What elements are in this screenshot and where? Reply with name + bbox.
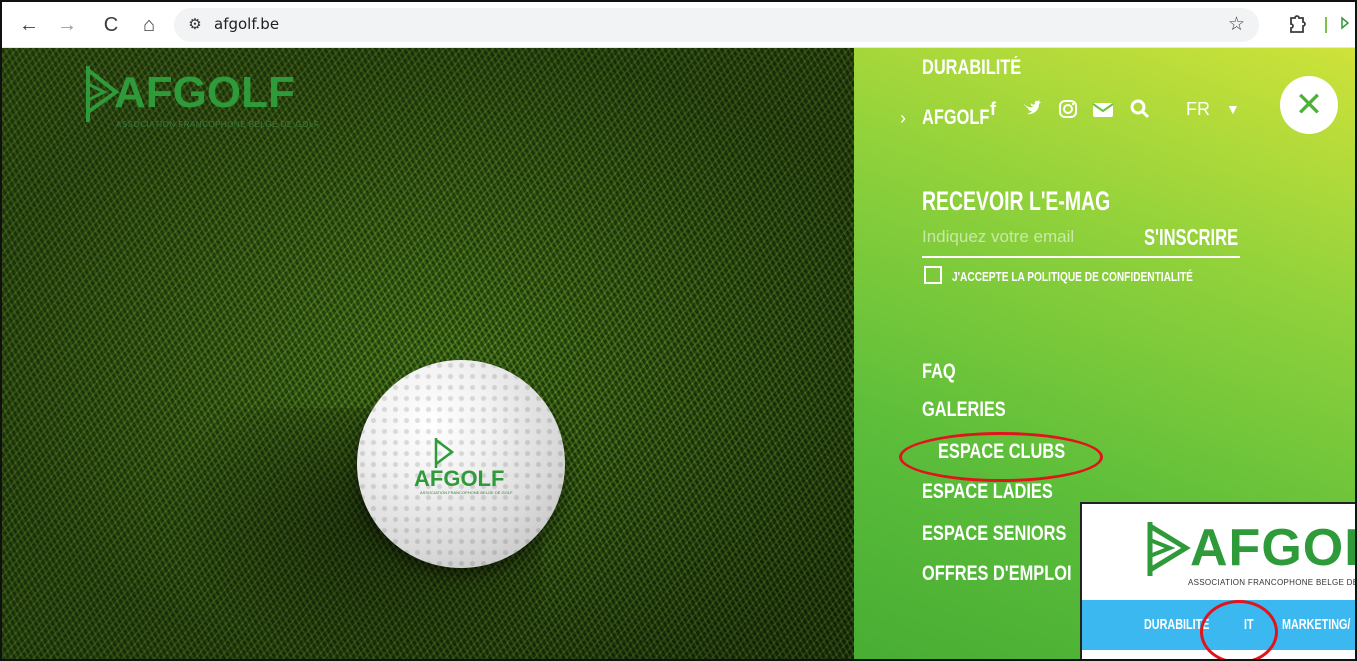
ball-logo-subtitle: ASSOCIATION FRANCOPHONE BELGE DE GOLF: [420, 490, 513, 495]
instagram-icon[interactable]: [1058, 96, 1078, 122]
email-underline: [922, 256, 1240, 258]
menu-item-galeries[interactable]: GALERIES: [922, 398, 1006, 422]
search-icon[interactable]: [1130, 96, 1150, 122]
mail-icon[interactable]: [1092, 96, 1114, 122]
extensions-icon[interactable]: [1283, 12, 1309, 38]
annotation-ellipse-espace-clubs: [899, 432, 1103, 482]
menu-item-offres-emploi[interactable]: OFFRES D'EMPLOI: [922, 562, 1072, 586]
url-text[interactable]: afgolf.be: [214, 15, 279, 33]
logo-subtitle: ASSOCIATION FRANCOPHONE BELGE DE GOLF: [116, 120, 320, 129]
ball-logo: AFGOLF ASSOCIATION FRANCOPHONE BELGE DE …: [414, 436, 524, 496]
close-menu-button[interactable]: ✕: [1280, 76, 1338, 134]
logo-wordmark: AFGOLF: [114, 68, 295, 117]
menu-item-afgolf[interactable]: AFGOLF: [922, 106, 989, 130]
privacy-checkbox[interactable]: [924, 266, 942, 284]
inset-logo-wordmark: AFGOLF: [1190, 519, 1355, 577]
ball-flag-icon: [434, 438, 455, 468]
inset-logo: AFGOLF: [1142, 518, 1355, 578]
chevron-right-icon: ›: [900, 108, 906, 128]
site-info-icon[interactable]: ⚙: [182, 12, 208, 38]
home-icon[interactable]: ⌂: [136, 12, 162, 38]
menu-item-espace-seniors[interactable]: ESPACE SENIORS: [922, 522, 1066, 546]
back-icon[interactable]: ←: [16, 12, 42, 38]
menu-item-espace-ladies[interactable]: ESPACE LADIES: [922, 480, 1053, 504]
address-bar[interactable]: [174, 8, 1259, 42]
ball-logo-wordmark: AFGOLF: [414, 466, 505, 491]
forward-icon[interactable]: →: [54, 12, 80, 38]
privacy-label[interactable]: J'ACCEPTE LA POLITIQUE DE CONFIDENTIALIT…: [952, 269, 1193, 284]
bookmark-star-icon[interactable]: ☆: [1228, 12, 1245, 38]
annotation-ellipse-it: [1200, 600, 1278, 659]
language-selector[interactable]: FR: [1186, 96, 1210, 122]
inset-nav-marketing[interactable]: MARKETING/: [1282, 616, 1350, 633]
profile-favicon-icon[interactable]: [1336, 16, 1355, 34]
afgolf-logo[interactable]: AFGOLF ASSOCIATION FRANCOPHONE BELGE DE …: [80, 62, 320, 142]
toolbar-separator: [1325, 17, 1327, 33]
browser-toolbar: ← → C ⌂ ⚙ afgolf.be ☆: [2, 2, 1355, 48]
emag-heading: RECEVOIR L'E-MAG: [922, 186, 1111, 216]
screenshot-frame: ← → C ⌂ ⚙ afgolf.be ☆ AFGOLF ASSOCIATION…: [0, 0, 1357, 661]
inset-screenshot: AFGOLF ASSOCIATION FRANCOPHONE BELGE DE …: [1080, 502, 1355, 659]
facebook-icon[interactable]: f: [990, 96, 996, 122]
inset-logo-flag-icon: [1147, 522, 1191, 576]
chevron-down-icon[interactable]: ▼: [1226, 96, 1240, 122]
subscribe-button[interactable]: S'INSCRIRE: [1144, 224, 1238, 251]
twitter-icon[interactable]: [1022, 96, 1042, 122]
menu-item-faq[interactable]: FAQ: [922, 360, 956, 384]
web-page: AFGOLF ASSOCIATION FRANCOPHONE BELGE DE …: [2, 48, 1355, 659]
inset-logo-subtitle: ASSOCIATION FRANCOPHONE BELGE DE GOLF: [1188, 578, 1355, 587]
menu-item-durabilite[interactable]: DURABILITÉ: [922, 56, 1021, 80]
reload-icon[interactable]: C: [98, 12, 124, 38]
email-input[interactable]: [922, 224, 1102, 250]
